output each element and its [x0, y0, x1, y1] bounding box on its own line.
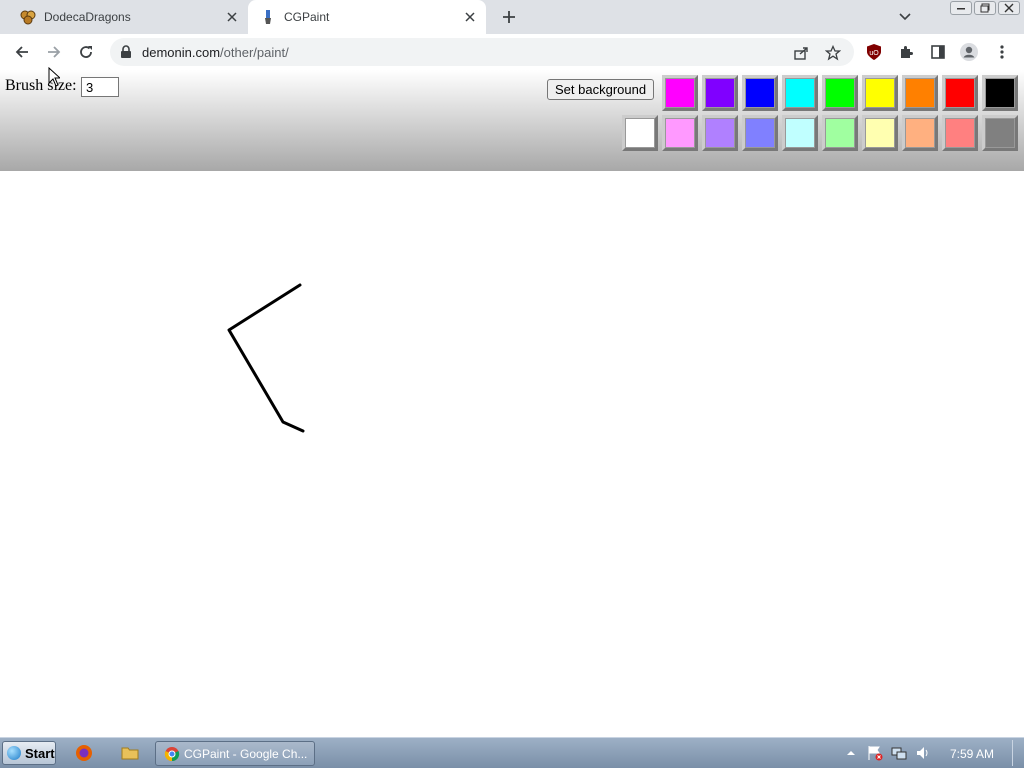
color-swatch[interactable]	[742, 115, 778, 151]
chrome-icon	[164, 746, 180, 761]
show-desktop-button[interactable]	[1012, 740, 1022, 766]
windows-logo-icon	[7, 746, 21, 760]
drawing-canvas[interactable]	[0, 171, 1024, 737]
extensions-puzzle-icon[interactable]	[895, 41, 917, 63]
color-swatch[interactable]	[742, 75, 778, 111]
color-swatch[interactable]	[702, 75, 738, 111]
bookmark-star-icon[interactable]	[824, 44, 842, 62]
ublock-origin-icon[interactable]: uO	[863, 41, 885, 63]
action-center-flag-icon[interactable]	[866, 744, 884, 762]
system-clock: 7:59 AM	[950, 747, 995, 761]
file-explorer-folder-icon[interactable]	[120, 743, 140, 763]
color-swatch[interactable]	[782, 115, 818, 151]
minimize-window-button[interactable]	[950, 1, 972, 15]
color-swatch[interactable]	[822, 115, 858, 151]
color-swatch[interactable]	[702, 115, 738, 151]
tab-dodecadragons[interactable]: DodecaDragons	[8, 0, 248, 34]
paintbrush-icon	[260, 9, 276, 25]
tab-title: DodecaDragons	[44, 10, 131, 24]
taskbar-item-label: CGPaint - Google Ch...	[184, 746, 308, 761]
address-bar[interactable]: demonin.com/other/paint/	[110, 38, 854, 66]
close-tab-icon[interactable]	[460, 7, 480, 27]
color-swatch[interactable]	[902, 115, 938, 151]
color-swatch[interactable]	[782, 75, 818, 111]
restore-window-button[interactable]	[974, 1, 996, 15]
browser-toolbar: demonin.com/other/paint/ uO	[0, 34, 1024, 70]
brush-size-label: Brush size:	[5, 77, 77, 94]
tab-title: CGPaint	[284, 10, 330, 24]
brush-stroke	[227, 283, 305, 433]
new-tab-plus-icon[interactable]	[498, 6, 520, 28]
reload-icon[interactable]	[75, 41, 97, 63]
menu-kebab-icon[interactable]	[991, 41, 1013, 63]
color-swatch[interactable]	[942, 115, 978, 151]
taskbar-item-chrome[interactable]: CGPaint - Google Ch...	[155, 741, 315, 766]
forward-arrow-icon[interactable]	[43, 41, 65, 63]
color-swatch[interactable]	[982, 115, 1018, 151]
window-controls	[950, 1, 1020, 15]
show-hidden-icons-arrow-icon[interactable]	[842, 744, 860, 762]
taskbar: Start CGPaint - Google Ch... 7:59 AM	[0, 737, 1024, 768]
canvas-drawing	[227, 283, 305, 433]
back-arrow-icon[interactable]	[11, 41, 33, 63]
close-window-button[interactable]	[998, 1, 1020, 15]
color-swatch[interactable]	[662, 75, 698, 111]
firefox-icon[interactable]	[74, 743, 94, 763]
lock-icon[interactable]	[120, 45, 132, 64]
network-icon[interactable]	[890, 744, 908, 762]
close-tab-icon[interactable]	[222, 7, 242, 27]
volume-speaker-icon[interactable]	[914, 744, 932, 762]
url-host: demonin.com	[142, 45, 221, 60]
mouse-pointer-icon	[48, 66, 62, 92]
color-swatch[interactable]	[862, 115, 898, 151]
dragon-icon	[20, 9, 36, 25]
color-swatch[interactable]	[622, 115, 658, 151]
tab-strip: DodecaDragons CGPaint	[0, 0, 1024, 34]
set-background-button[interactable]: Set background	[547, 79, 655, 100]
url-path: /other/paint/	[220, 45, 289, 60]
start-button[interactable]: Start	[2, 741, 56, 765]
side-panel-icon[interactable]	[927, 41, 949, 63]
profile-avatar-icon[interactable]	[958, 41, 980, 63]
paint-toolbar: Brush size: Set background	[0, 70, 1024, 171]
svg-text:uO: uO	[869, 50, 879, 57]
color-swatch[interactable]	[982, 75, 1018, 111]
color-swatch[interactable]	[902, 75, 938, 111]
start-label: Start	[25, 745, 55, 761]
tab-cgpaint[interactable]: CGPaint	[248, 0, 486, 34]
tab-search-chevron-icon[interactable]	[896, 8, 914, 26]
share-icon[interactable]	[792, 44, 810, 62]
url-text: demonin.com/other/paint/	[142, 45, 289, 60]
color-swatch[interactable]	[662, 115, 698, 151]
color-swatch[interactable]	[942, 75, 978, 111]
color-swatch[interactable]	[862, 75, 898, 111]
color-swatch[interactable]	[822, 75, 858, 111]
brush-size-input[interactable]	[81, 77, 119, 97]
